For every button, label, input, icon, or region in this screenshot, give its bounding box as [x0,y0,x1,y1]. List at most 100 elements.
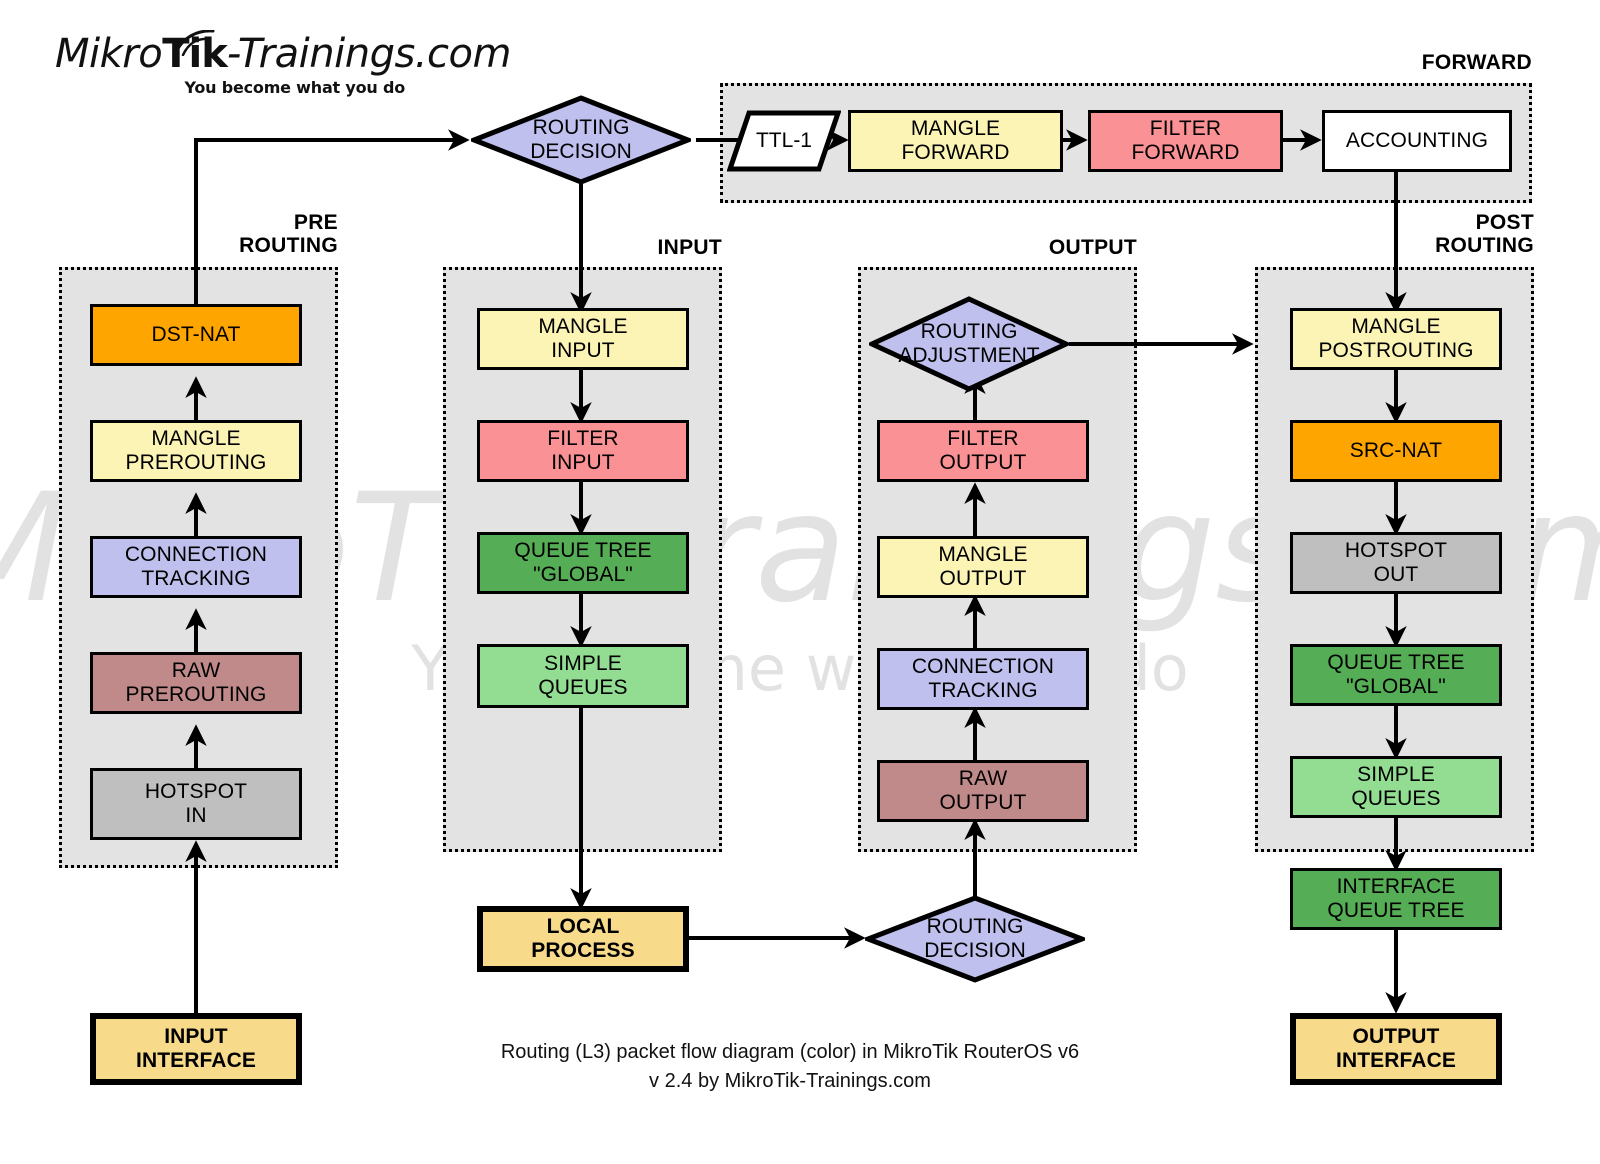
node-simple-queues-input[interactable]: SIMPLE QUEUES [477,644,689,708]
diamond-shape [869,296,1069,392]
src-nat-label: SRC-NAT [1349,439,1443,463]
queue-tree-in-line2: "GLOBAL" [533,563,633,586]
mangle-postrouting-line2: POSTROUTING [1318,339,1474,362]
filter-forward-line2: FORWARD [1131,141,1240,164]
node-filter-input[interactable]: FILTER INPUT [477,420,689,482]
diamond-shape [471,95,691,185]
caption-line1: Routing (L3) packet flow diagram (color)… [500,1041,1080,1063]
output-interface-line2: INTERFACE [1336,1049,1456,1072]
raw-output-line2: OUTPUT [939,791,1027,814]
local-process-line2: PROCESS [531,939,635,962]
filter-output-line2: OUTPUT [939,451,1027,474]
mangle-forward-line1: MANGLE [910,117,1001,141]
connection-tracking-out-line2: TRACKING [928,679,1038,702]
node-raw-prerouting[interactable]: RAW PREROUTING [90,652,302,714]
interface-queue-tree-line1: INTERFACE [1336,875,1456,899]
routing-decision-top[interactable]: ROUTING DECISION [471,95,691,185]
caption-line2: v 2.4 by MikroTik-Trainings.com [649,1070,931,1092]
group-label-forward: FORWARD [1292,51,1532,75]
accounting-label: ACCOUNTING [1345,129,1489,153]
diamond-shape [865,895,1085,983]
hotspot-in-line1: HOTSPOT [144,780,248,804]
output-interface-line1: OUTPUT [1352,1025,1440,1049]
group-label-postrouting: POST ROUTING [1294,211,1534,257]
filter-input-line1: FILTER [547,427,619,451]
mangle-postrouting-line1: MANGLE [1351,315,1441,339]
node-queue-tree-global-output[interactable]: QUEUE TREE "GLOBAL" [1290,644,1502,706]
mangle-input-line1: MANGLE [538,315,628,339]
mangle-output-line1: MANGLE [938,543,1028,567]
postrouting-label-line2: ROUTING [1435,233,1534,257]
mangle-input-line2: INPUT [551,339,615,362]
forward-label-text: FORWARD [1421,51,1532,74]
routing-decision-bottom[interactable]: ROUTING DECISION [865,895,1085,983]
node-mangle-postrouting[interactable]: MANGLE POSTROUTING [1290,308,1502,370]
ttl-decrement[interactable]: TTL-1 [727,110,841,172]
connection-tracking-pre-line2: TRACKING [141,567,251,590]
group-label-output: OUTPUT [897,236,1137,260]
mangle-prerouting-line1: MANGLE [151,427,241,451]
node-accounting[interactable]: ACCOUNTING [1322,110,1512,172]
node-connection-tracking-output[interactable]: CONNECTION TRACKING [877,648,1089,710]
group-label-prerouting: PRE ROUTING [98,211,338,257]
interface-queue-tree-line2: QUEUE TREE [1327,899,1465,922]
hotspot-in-line2: IN [185,804,207,827]
group-label-input: INPUT [482,236,722,260]
node-src-nat[interactable]: SRC-NAT [1290,420,1502,482]
filter-forward-line1: FILTER [1149,117,1222,141]
diagram-caption: Routing (L3) packet flow diagram (color)… [400,1038,1180,1096]
node-interface-queue-tree[interactable]: INTERFACE QUEUE TREE [1290,868,1502,930]
logo-domain: -Trainings.com [226,31,512,77]
parallelogram-shape [727,110,841,172]
simple-queues-in-line2: QUEUES [538,676,628,699]
node-mangle-input[interactable]: MANGLE INPUT [477,308,689,370]
node-mangle-forward[interactable]: MANGLE FORWARD [848,110,1063,172]
queue-tree-out-line1: QUEUE TREE [1327,651,1465,675]
simple-queues-out-line1: SIMPLE [1357,763,1435,787]
prerouting-label-line2: ROUTING [239,233,338,257]
connection-tracking-out-line1: CONNECTION [911,655,1055,679]
queue-tree-in-line1: QUEUE TREE [514,539,652,563]
node-connection-tracking-prerouting[interactable]: CONNECTION TRACKING [90,536,302,598]
node-mangle-output[interactable]: MANGLE OUTPUT [877,536,1089,598]
node-queue-tree-global-input[interactable]: QUEUE TREE "GLOBAL" [477,532,689,594]
node-raw-output[interactable]: RAW OUTPUT [877,760,1089,822]
packet-flow-diagram: MikroTik-Trainings.com You become what y… [0,0,1600,1164]
logo-wordmark: MikroTik-Trainings.com [55,31,511,77]
logo-mikro: Mikro [55,31,163,77]
raw-prerouting-line1: RAW [171,659,221,683]
filter-output-line1: FILTER [947,427,1019,451]
node-filter-forward[interactable]: FILTER FORWARD [1088,110,1283,172]
node-filter-output[interactable]: FILTER OUTPUT [877,420,1089,482]
node-simple-queues-output[interactable]: SIMPLE QUEUES [1290,756,1502,818]
filter-input-line2: INPUT [551,451,615,474]
postrouting-label-line1: POST [1475,211,1534,234]
node-dst-nat[interactable]: DST-NAT [90,304,302,366]
brand-logo: MikroTik-Trainings.com You become what y… [55,30,511,114]
hotspot-out-line1: HOTSPOT [1344,539,1448,563]
node-hotspot-in[interactable]: HOTSPOT IN [90,768,302,840]
output-label-text: OUTPUT [1048,236,1137,259]
routing-adjustment[interactable]: ROUTING ADJUSTMENT [869,296,1069,392]
simple-queues-out-line2: QUEUES [1351,787,1441,810]
input-interface-line1: INPUT [164,1025,228,1049]
input-label-text: INPUT [657,236,722,259]
mangle-output-line2: OUTPUT [939,567,1027,590]
simple-queues-in-line1: SIMPLE [544,652,622,676]
mangle-forward-line2: FORWARD [901,141,1010,164]
raw-prerouting-line2: PREROUTING [125,683,267,706]
hotspot-out-line2: OUT [1373,563,1419,586]
connection-tracking-pre-line1: CONNECTION [124,543,268,567]
signal-arc-icon [173,30,215,56]
input-interface-line2: INTERFACE [136,1049,256,1072]
prerouting-label-line1: PRE [293,211,338,234]
dst-nat-label: DST-NAT [151,323,241,347]
node-hotspot-out[interactable]: HOTSPOT OUT [1290,532,1502,594]
node-input-interface[interactable]: INPUT INTERFACE [90,1013,302,1085]
queue-tree-out-line2: "GLOBAL" [1346,675,1446,698]
node-local-process[interactable]: LOCAL PROCESS [477,906,689,972]
logo-tagline: You become what you do [184,78,405,97]
node-output-interface[interactable]: OUTPUT INTERFACE [1290,1013,1502,1085]
node-mangle-prerouting[interactable]: MANGLE PREROUTING [90,420,302,482]
local-process-line1: LOCAL [546,915,620,939]
